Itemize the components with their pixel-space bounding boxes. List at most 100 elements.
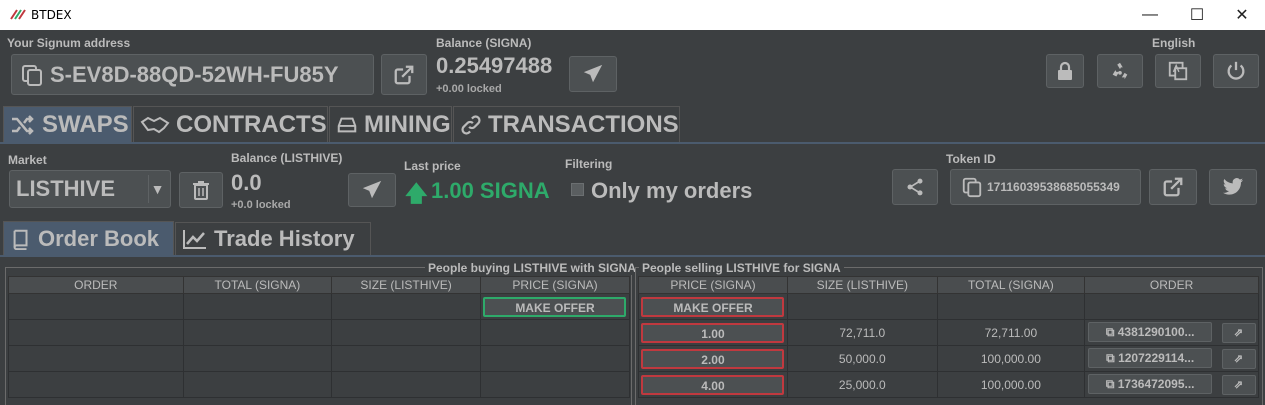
size-cell: 25,000.0 xyxy=(786,371,938,398)
only-my-orders-checkbox[interactable] xyxy=(571,183,584,196)
order-copy-button[interactable]: ⧉ 1207229114... xyxy=(1088,348,1213,368)
tab-order-book[interactable]: Order Book xyxy=(3,221,174,255)
copy-icon xyxy=(22,64,42,86)
column-header[interactable]: PRICE (SIGNA) xyxy=(638,276,788,294)
minimize-button[interactable]: — xyxy=(1127,0,1173,30)
tab-contracts[interactable]: CONTRACTS xyxy=(133,106,328,142)
order-id: 4381290100... xyxy=(1117,325,1195,339)
tab-trade-history-label: Trade History xyxy=(214,226,355,251)
sell-orders-table: PRICE (SIGNA) SIZE (LISTHIVE) TOTAL (SIG… xyxy=(638,276,1259,398)
delete-market-button[interactable] xyxy=(179,172,223,208)
sell-make-offer-button[interactable]: MAKE OFFER xyxy=(641,296,785,317)
language-button[interactable] xyxy=(1155,54,1201,88)
column-header[interactable]: ORDER xyxy=(8,276,184,294)
price-button[interactable]: 1.00 xyxy=(641,322,785,343)
table-row: MAKE OFFER xyxy=(638,293,1259,320)
table-row: MAKE OFFER xyxy=(8,293,631,320)
language-label: English xyxy=(1152,36,1196,50)
external-link-icon[interactable]: ⇗ xyxy=(1221,349,1256,369)
only-my-orders-label: Only my orders xyxy=(591,178,753,203)
token-balance-locked: +0.0 locked xyxy=(231,199,291,211)
column-header[interactable]: SIZE (LISTHIVE) xyxy=(786,276,938,294)
last-price-label: Last price xyxy=(404,159,461,173)
chevron-down-icon: ▼ xyxy=(148,175,166,203)
order-id: 1207229114... xyxy=(1118,351,1195,365)
address-label: Your Signum address xyxy=(7,36,131,50)
column-header[interactable]: PRICE (SIGNA) xyxy=(479,276,631,294)
external-link-icon[interactable]: ⇗ xyxy=(1221,323,1256,343)
tab-trade-history[interactable]: Trade History xyxy=(175,222,371,255)
size-cell: 72,711.0 xyxy=(786,319,938,346)
close-button[interactable]: ✕ xyxy=(1219,0,1265,30)
buy-orders-table: ORDER TOTAL (SIGNA) SIZE (LISTHIVE) PRIC… xyxy=(8,276,631,398)
btdex-logo-icon xyxy=(10,9,26,20)
paper-plane-icon xyxy=(583,64,603,83)
title-bar: BTDEX — ☐ ✕ xyxy=(0,0,1265,30)
recycle-button[interactable] xyxy=(1097,54,1143,88)
send-button[interactable] xyxy=(569,56,617,92)
shuffle-icon xyxy=(12,114,34,135)
copy-icon xyxy=(962,177,982,198)
window-title: BTDEX xyxy=(31,8,72,22)
order-copy-button[interactable]: ⧉ 4381290100... xyxy=(1088,322,1213,342)
lock-button[interactable] xyxy=(1046,54,1084,88)
table-row xyxy=(8,345,631,372)
arrow-up-icon: 🡅 xyxy=(405,181,428,206)
last-price-value: 1.00 SIGNA xyxy=(431,178,550,203)
translate-icon xyxy=(1168,61,1188,81)
token-id-label: Token ID xyxy=(946,152,996,166)
table-row xyxy=(8,371,631,398)
market-select[interactable]: LISTHIVE ▼ xyxy=(9,170,171,208)
column-header[interactable]: ORDER xyxy=(1084,276,1259,294)
external-link-icon xyxy=(1163,177,1183,197)
table-row: 2.00 50,000.0 100,000.00 ⧉ 1207229114...… xyxy=(638,345,1259,372)
token-id-copy-button[interactable]: 17116039538685055349 xyxy=(950,169,1141,205)
open-explorer-button[interactable] xyxy=(381,54,427,95)
share-button[interactable] xyxy=(892,169,938,205)
column-header[interactable]: TOTAL (SIGNA) xyxy=(936,276,1086,294)
order-id: 1736472095... xyxy=(1117,377,1195,391)
twitter-button[interactable] xyxy=(1209,169,1257,205)
handshake-icon xyxy=(140,116,170,133)
balance-locked: +0.00 locked xyxy=(436,83,502,95)
price-button[interactable]: 2.00 xyxy=(641,348,785,369)
size-cell: 50,000.0 xyxy=(786,345,938,372)
buy-make-offer-button[interactable]: MAKE OFFER xyxy=(483,296,627,317)
tab-transactions[interactable]: TRANSACTIONS xyxy=(453,106,680,142)
share-icon xyxy=(907,178,923,196)
power-button[interactable] xyxy=(1213,54,1259,88)
tab-mining-label: MINING xyxy=(364,110,451,138)
tab-swaps[interactable]: SWAPS xyxy=(3,106,132,142)
buy-panel-title: People buying LISTHIVE with SIGNA xyxy=(425,261,640,275)
subtab-separator xyxy=(0,255,1265,257)
chart-line-icon xyxy=(183,230,206,249)
table-row xyxy=(8,319,631,346)
price-button[interactable]: 4.00 xyxy=(641,374,785,395)
token-id-value: 17116039538685055349 xyxy=(987,180,1120,194)
total-cell: 72,711.00 xyxy=(936,319,1086,346)
balance-label: Balance (SIGNA) xyxy=(436,36,532,50)
column-header[interactable]: TOTAL (SIGNA) xyxy=(182,276,333,294)
total-cell: 100,000.00 xyxy=(936,345,1086,372)
maximize-button[interactable]: ☐ xyxy=(1174,0,1220,30)
trash-icon xyxy=(193,181,209,200)
tab-mining[interactable]: MINING xyxy=(329,106,452,142)
tab-separator xyxy=(0,142,1265,144)
power-icon xyxy=(1227,61,1245,80)
signum-address: S-EV8D-88QD-52WH-FU85Y xyxy=(50,61,339,87)
balance-value: 0.25497488 xyxy=(436,53,553,78)
order-copy-button[interactable]: ⧉ 1736472095... xyxy=(1088,374,1213,394)
tab-transactions-label: TRANSACTIONS xyxy=(488,110,679,138)
send-token-button[interactable] xyxy=(348,173,396,207)
tab-contracts-label: CONTRACTS xyxy=(176,110,327,138)
sell-panel-title: People selling LISTHIVE for SIGNA xyxy=(639,261,844,275)
address-copy-button[interactable]: S-EV8D-88QD-52WH-FU85Y xyxy=(11,54,374,95)
book-icon xyxy=(13,229,28,250)
hard-drive-icon xyxy=(337,117,357,132)
total-cell: 100,000.00 xyxy=(936,371,1086,398)
market-label: Market xyxy=(8,153,47,167)
column-header[interactable]: SIZE (LISTHIVE) xyxy=(331,276,481,294)
token-explorer-button[interactable] xyxy=(1149,169,1197,205)
token-balance-value: 0.0 xyxy=(231,170,262,195)
external-link-icon[interactable]: ⇗ xyxy=(1221,375,1256,395)
